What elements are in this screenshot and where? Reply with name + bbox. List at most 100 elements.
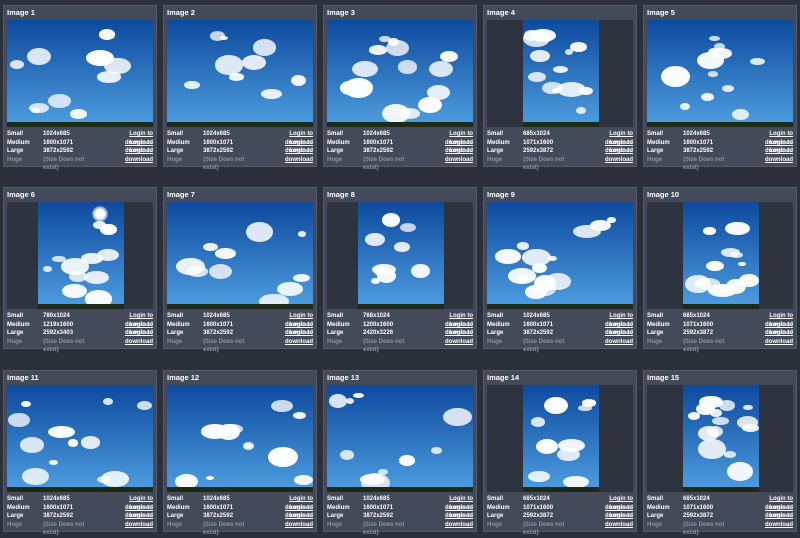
horizon-ground: [7, 122, 153, 127]
cloud-shape: [290, 74, 307, 86]
login-to-download-link[interactable]: Login to download: [261, 139, 313, 155]
login-to-download-link[interactable]: Login to download: [741, 147, 793, 163]
cloud-shape: [607, 217, 617, 223]
login-to-download-link[interactable]: Login to download: [261, 512, 313, 528]
cloud-shape: [99, 29, 116, 40]
size-label: Small: [647, 496, 664, 502]
login-to-download-link[interactable]: Login to download: [101, 504, 153, 520]
login-to-download-link[interactable]: Login to download: [101, 321, 153, 337]
login-to-download-link[interactable]: Login to download: [261, 495, 313, 511]
login-to-download-link[interactable]: Login to download: [581, 139, 633, 155]
sky-thumbnail[interactable]: [327, 20, 473, 127]
sky-thumbnail[interactable]: [683, 385, 759, 492]
sky-thumbnail[interactable]: [38, 202, 124, 309]
login-to-download-link[interactable]: Login to download: [581, 130, 633, 146]
cloud-shape: [261, 89, 283, 99]
sky-thumbnail[interactable]: [523, 20, 599, 127]
size-dimensions: (Size Does not exist): [523, 521, 565, 537]
sky-thumbnail[interactable]: [683, 202, 759, 309]
size-dimensions: 1024x685: [43, 131, 70, 137]
login-to-download-link[interactable]: Login to download: [741, 139, 793, 155]
size-dimensions: 3872x2592: [43, 148, 74, 154]
login-to-download-link[interactable]: Login to download: [421, 147, 473, 163]
image-title: Image 14: [487, 373, 520, 382]
login-to-download-link[interactable]: Login to download: [421, 495, 473, 511]
horizon-ground: [683, 487, 759, 492]
login-to-download-link[interactable]: Login to download: [741, 130, 793, 146]
size-label: Large: [167, 148, 184, 154]
login-to-download-link[interactable]: Login to download: [581, 495, 633, 511]
size-row: Medium 1600x1071 Login to download: [7, 139, 153, 155]
size-row: Large 3872x2592 Login to download: [167, 147, 313, 163]
login-to-download-link[interactable]: Login to download: [741, 512, 793, 528]
size-label: Large: [7, 330, 24, 336]
login-to-download-link[interactable]: Login to download: [741, 329, 793, 345]
size-row: Small 685x1024 Login to download: [647, 495, 793, 511]
size-list: Small 1024x685 Login to download Medium 1600…: [324, 492, 476, 536]
login-to-download-link[interactable]: Login to download: [581, 512, 633, 528]
login-to-download-link[interactable]: Login to download: [261, 312, 313, 328]
thumbnail-frame: [327, 202, 473, 309]
sky-thumbnail[interactable]: [358, 202, 444, 309]
size-label: Huge: [167, 156, 182, 163]
login-to-download-link[interactable]: Login to download: [101, 495, 153, 511]
login-to-download-link[interactable]: Login to download: [101, 147, 153, 163]
size-dimensions: 1024x685: [523, 313, 550, 319]
sky-thumbnail[interactable]: [167, 385, 313, 492]
login-to-download-link[interactable]: Login to download: [101, 130, 153, 146]
cloud-shape: [378, 35, 391, 43]
login-to-download-link[interactable]: Login to download: [741, 321, 793, 337]
login-to-download-link[interactable]: Login to download: [421, 130, 473, 146]
login-to-download-link[interactable]: Login to download: [421, 321, 473, 337]
sky-thumbnail[interactable]: [7, 385, 153, 492]
login-to-download-link[interactable]: Login to download: [741, 312, 793, 328]
login-to-download-link[interactable]: Login to download: [421, 504, 473, 520]
sky-thumbnail[interactable]: [647, 20, 793, 127]
login-to-download-link[interactable]: Login to download: [421, 139, 473, 155]
login-to-download-link[interactable]: Login to download: [101, 329, 153, 345]
sky-thumbnail[interactable]: [523, 385, 599, 492]
login-to-download-link[interactable]: Login to download: [581, 321, 633, 337]
login-to-download-link[interactable]: Login to download: [101, 312, 153, 328]
sky-thumbnail[interactable]: [7, 20, 153, 127]
login-to-download-link[interactable]: Login to download: [581, 312, 633, 328]
login-to-download-link[interactable]: Login to download: [261, 130, 313, 146]
size-row: Large 3872x2592 Login to download: [327, 512, 473, 528]
login-to-download-link[interactable]: Login to download: [421, 312, 473, 328]
login-to-download-link[interactable]: Login to download: [261, 329, 313, 345]
login-to-download-link[interactable]: Login to download: [581, 329, 633, 345]
image-title: Image 9: [487, 190, 515, 199]
sky-thumbnail[interactable]: [167, 20, 313, 127]
login-to-download-link[interactable]: Login to download: [581, 147, 633, 163]
sky-thumbnail[interactable]: [487, 202, 633, 309]
login-to-download-link[interactable]: Login to download: [581, 504, 633, 520]
size-row: Medium 1600x1071 Login to download: [487, 321, 633, 337]
cloud-shape: [723, 451, 736, 458]
image-title: Image 13: [327, 373, 360, 382]
sky-thumbnail[interactable]: [167, 202, 313, 309]
thumbnail-frame: [647, 202, 793, 309]
cloud-shape: [697, 438, 726, 460]
size-dimensions: (Size Does not exist): [203, 521, 245, 537]
size-row: Large 3872x2592 Login to download: [167, 512, 313, 528]
size-dimensions: 1024x685: [203, 313, 230, 319]
size-dimensions: 2592x3872: [523, 148, 554, 154]
cloud-shape: [103, 398, 114, 406]
size-label: Huge: [327, 521, 342, 528]
cloud-shape: [369, 45, 388, 55]
login-to-download-link[interactable]: Login to download: [421, 512, 473, 528]
size-row: Small 1024x685 Login to download: [487, 312, 633, 328]
size-row: Small 1024x685 Login to download: [167, 312, 313, 328]
size-dimensions: 1024x685: [203, 131, 230, 137]
size-label: Small: [7, 131, 24, 137]
login-to-download-link[interactable]: Login to download: [261, 321, 313, 337]
login-to-download-link[interactable]: Login to download: [101, 512, 153, 528]
login-to-download-link[interactable]: Login to download: [741, 495, 793, 511]
login-to-download-link[interactable]: Login to download: [261, 147, 313, 163]
size-dimensions: 1600x1071: [523, 321, 554, 328]
login-to-download-link[interactable]: Login to download: [261, 504, 313, 520]
login-to-download-link[interactable]: Login to download: [741, 504, 793, 520]
login-to-download-link[interactable]: Login to download: [421, 329, 473, 345]
sky-thumbnail[interactable]: [327, 385, 473, 492]
login-to-download-link[interactable]: Login to download: [101, 139, 153, 155]
